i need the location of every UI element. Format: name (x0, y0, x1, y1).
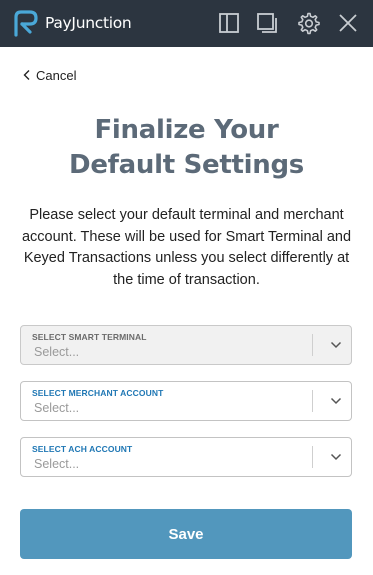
settings-gear-icon[interactable] (295, 10, 321, 36)
cancel-link[interactable]: Cancel (23, 66, 76, 84)
chevron-down-icon[interactable] (330, 340, 342, 350)
sidebar-panel-icon[interactable] (216, 10, 242, 36)
payjunction-logo-icon (14, 10, 38, 37)
brand-name: PayJunction (45, 14, 132, 32)
ach-account-select[interactable]: SELECT ACH ACCOUNT Select... (20, 437, 352, 477)
ach-account-select-label: SELECT ACH ACCOUNT (32, 444, 133, 454)
select-divider (312, 390, 313, 412)
page-title-line-1: Finalize Your (94, 115, 279, 145)
page-title: Finalize Your Default Settings (0, 113, 373, 183)
smart-terminal-select[interactable]: SELECT SMART TERMINAL Select... (20, 325, 352, 365)
merchant-account-select-label: SELECT MERCHANT ACCOUNT (32, 388, 164, 398)
cancel-label: Cancel (36, 67, 77, 83)
ach-account-select-placeholder: Select... (34, 457, 80, 471)
select-divider (312, 334, 313, 356)
chevron-down-icon[interactable] (330, 452, 342, 462)
chevron-down-icon[interactable] (330, 396, 342, 406)
page-description: Please select your default terminal and … (21, 207, 352, 288)
page-title-line-2: Default Settings (69, 150, 304, 180)
merchant-account-select-placeholder: Select... (34, 401, 80, 415)
payjunction-logo: PayJunction (10, 7, 150, 39)
smart-terminal-select-placeholder: Select... (34, 345, 80, 359)
save-button[interactable]: Save (20, 509, 352, 559)
close-icon[interactable] (335, 10, 361, 36)
smart-terminal-select-label: SELECT SMART TERMINAL (32, 332, 147, 342)
chevron-left-icon (23, 70, 30, 80)
merchant-account-select[interactable]: SELECT MERCHANT ACCOUNT Select... (20, 381, 352, 421)
top-bar: PayJunction (0, 0, 373, 47)
select-divider (312, 446, 313, 468)
popout-window-icon[interactable] (254, 10, 280, 36)
